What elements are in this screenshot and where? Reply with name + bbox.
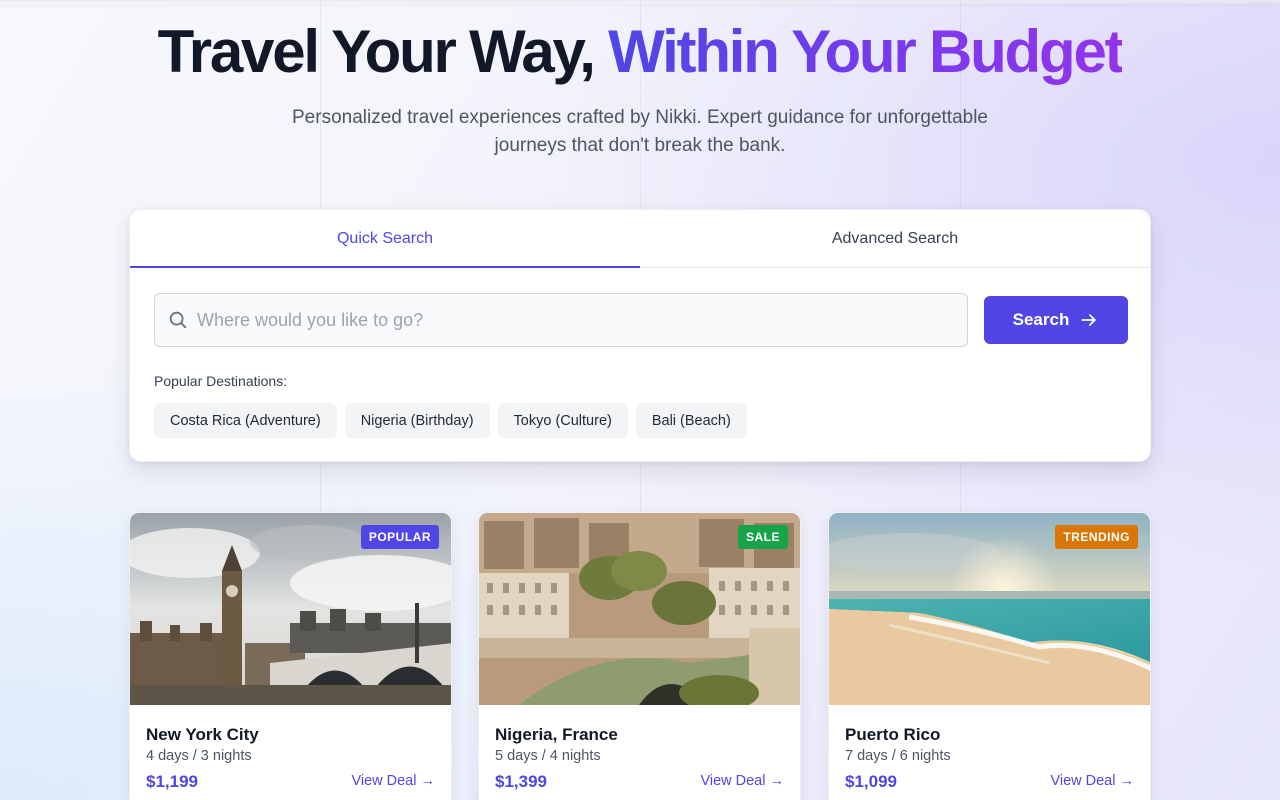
deal-price: $1,099	[845, 772, 897, 791]
hero-title-plain: Travel Your Way,	[157, 18, 609, 85]
view-deal-link[interactable]: View Deal →	[1050, 773, 1134, 789]
deal-price: $1,399	[495, 772, 547, 791]
deal-badge: POPULAR	[360, 525, 439, 549]
search-input[interactable]	[197, 294, 967, 346]
deal-title: New York City	[146, 725, 259, 744]
header-edge	[0, 0, 1280, 4]
deal-duration: 7 days / 6 nights	[845, 748, 951, 764]
deal-title: Puerto Rico	[845, 725, 941, 744]
deal-body: New York City 4 days / 3 nights $1,199 V…	[130, 705, 451, 800]
deal-duration: 5 days / 4 nights	[495, 748, 601, 764]
deal-title: Nigeria, France	[495, 725, 618, 744]
search-card: Quick Search Advanced Search Search Popu…	[129, 209, 1151, 462]
deal-badge: TRENDING	[1055, 525, 1138, 549]
destination-chip-bali[interactable]: Bali (Beach)	[635, 403, 747, 438]
search-tabs: Quick Search Advanced Search	[130, 210, 1150, 268]
destination-chip-costa-rica[interactable]: Costa Rica (Adventure)	[154, 403, 337, 438]
deal-card[interactable]: POPULAR New York City 4 days / 3 nights …	[129, 512, 452, 800]
search-button[interactable]: Search	[984, 296, 1128, 344]
deal-image: POPULAR	[130, 513, 451, 705]
search-icon	[169, 311, 187, 329]
deal-image: SALE	[479, 513, 800, 705]
destination-chip-nigeria[interactable]: Nigeria (Birthday)	[344, 403, 490, 438]
view-deal-link[interactable]: View Deal →	[700, 773, 784, 789]
hero-title-highlight: Within Your Budget	[608, 18, 1124, 85]
popular-destinations: Costa Rica (Adventure) Nigeria (Birthday…	[154, 403, 747, 438]
hero-subtitle: Personalized travel experiences crafted …	[292, 107, 988, 156]
popular-destinations-label: Popular Destinations:	[154, 373, 288, 389]
search-button-label: Search	[1012, 310, 1070, 329]
arrow-right-icon	[1081, 314, 1097, 326]
deal-card[interactable]: TRENDING Puerto Rico 7 days / 6 nights $…	[828, 512, 1151, 800]
tab-quick-search[interactable]: Quick Search	[130, 210, 640, 268]
search-field[interactable]	[154, 293, 968, 347]
search-row: Search	[154, 293, 1128, 347]
deal-duration: 4 days / 3 nights	[146, 748, 252, 764]
hero-title: Travel Your Way, Within Your Budget	[0, 18, 1280, 86]
deal-image: TRENDING	[829, 513, 1150, 705]
destination-chip-tokyo[interactable]: Tokyo (Culture)	[497, 403, 628, 438]
tab-advanced-search[interactable]: Advanced Search	[640, 210, 1150, 267]
deal-body: Puerto Rico 7 days / 6 nights $1,099 Vie…	[829, 705, 1150, 800]
deal-price: $1,199	[146, 772, 198, 791]
deal-card[interactable]: SALE Nigeria, France 5 days / 4 nights $…	[478, 512, 801, 800]
deal-body: Nigeria, France 5 days / 4 nights $1,399…	[479, 705, 800, 800]
view-deal-link[interactable]: View Deal →	[351, 773, 435, 789]
deal-badge: SALE	[737, 525, 788, 549]
